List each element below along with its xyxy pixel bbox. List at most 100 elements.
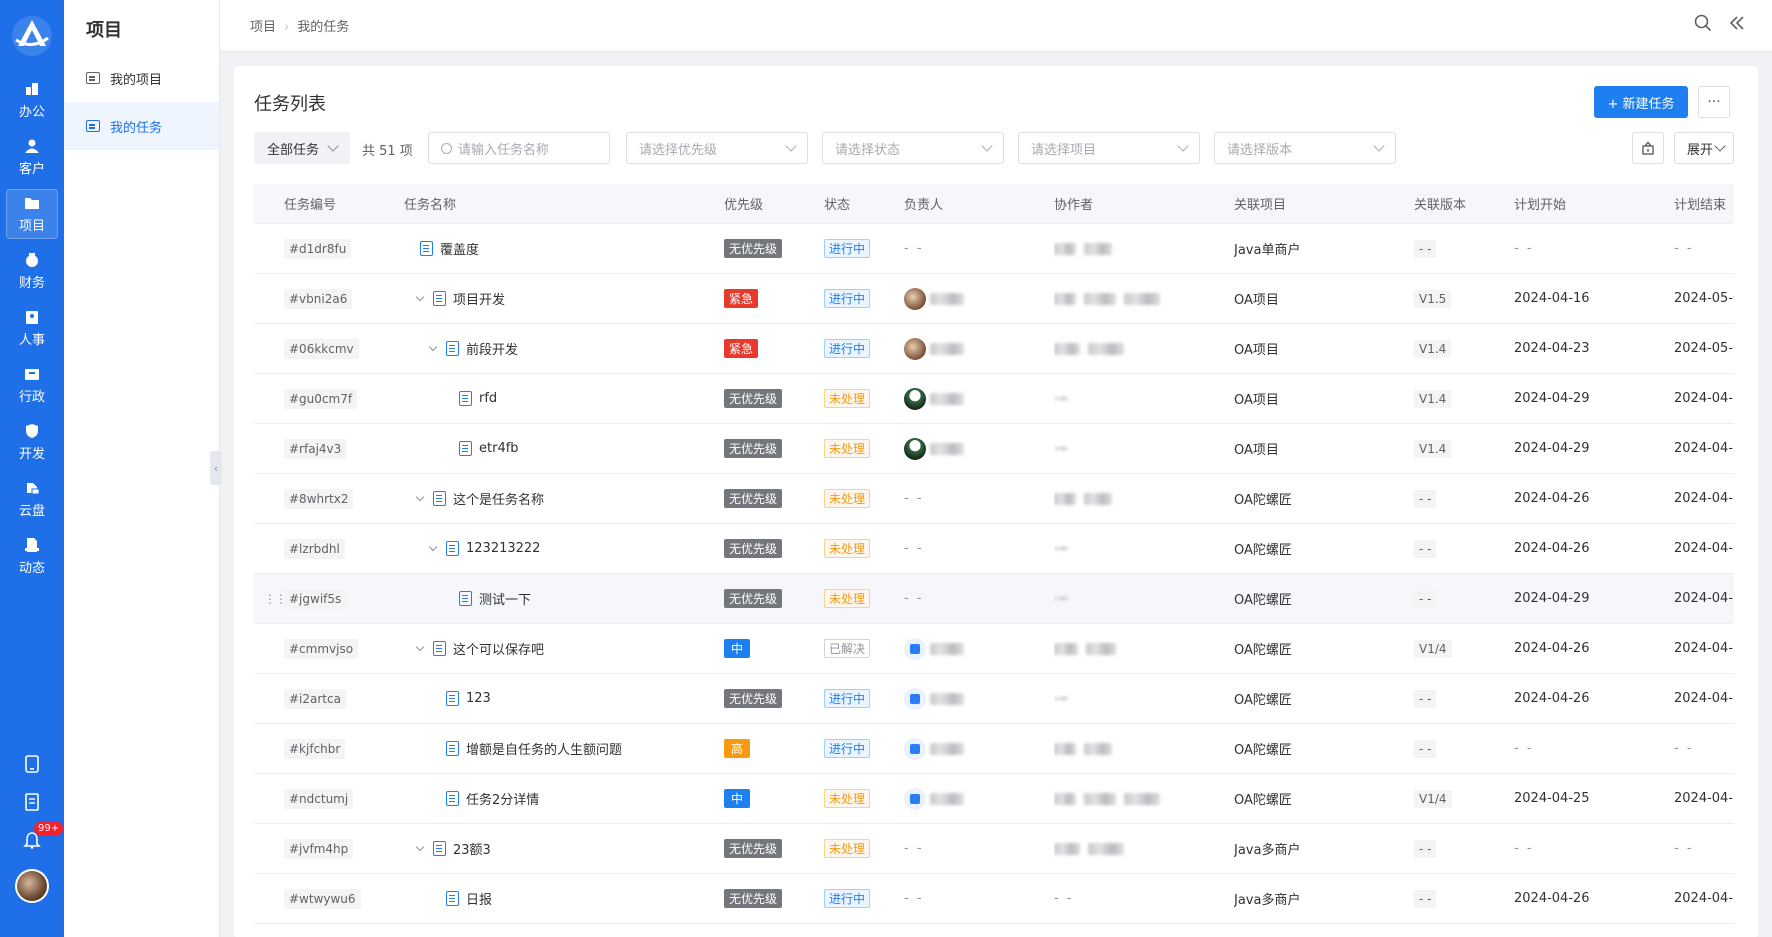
table-row[interactable]: #kjfchbr 增额是自任务的人生额问题 高 进行中 OA陀螺匠 - - - - - - xyxy=(254,724,1734,774)
expand-arrow-icon[interactable] xyxy=(428,342,438,352)
rail-item-office[interactable]: 办公 xyxy=(6,75,58,125)
status-tag[interactable]: 进行中 xyxy=(824,889,871,908)
task-name[interactable]: 这个是任务名称 xyxy=(453,489,544,508)
table-row[interactable]: #8whrtx2 这个是任务名称 无优先级 未处理 - - OA陀螺匠 - - 2024-04… xyxy=(254,474,1734,524)
task-name[interactable]: 123213222 xyxy=(466,541,540,556)
table-row[interactable]: #vbni2a6 项目开发 紧急 进行中 OA项目 V1.5 2024-04-16 2024-… xyxy=(254,274,1734,324)
table-row[interactable]: ⋮⋮ #jgwif5s 测试一下 无优先级 未处理 - - OA陀螺匠 - - 2024-04-… xyxy=(254,574,1734,624)
task-name[interactable]: rfd xyxy=(479,391,497,406)
col-header-owner: 负责人 xyxy=(904,198,944,213)
search-icon[interactable] xyxy=(1694,14,1712,37)
collapse-double-left-icon[interactable] xyxy=(1728,14,1746,37)
new-task-button[interactable]: + 新建任务 xyxy=(1594,86,1688,118)
box-icon xyxy=(1642,141,1654,155)
status-tag[interactable]: 已解决 xyxy=(824,639,871,658)
expand-arrow-icon[interactable] xyxy=(428,542,438,552)
task-name[interactable]: 测试一下 xyxy=(479,589,531,608)
rail-item-admin[interactable]: 行政 xyxy=(6,360,58,410)
rail-item-finance[interactable]: 财务 xyxy=(6,246,58,296)
sidebar-item-my-projects[interactable]: 我的项目 xyxy=(64,54,219,102)
table-row[interactable]: #gu0cm7f rfd 无优先级 未处理 OA项目 V1.4 2024-04-29 2024… xyxy=(254,374,1734,424)
version-select[interactable]: 请选择版本 xyxy=(1214,132,1396,164)
sidebar-item-my-tasks[interactable]: 我的任务 xyxy=(64,102,219,150)
col-header-plan-end: 计划结束 xyxy=(1674,198,1727,213)
table-row[interactable]: #jvfm4hp 23额3 无优先级 未处理 - - Java多商户 - - - - - - xyxy=(254,824,1734,874)
table-row[interactable]: #lzrbdhl 123213222 无优先级 未处理 - - OA陀螺匠 - - 2024-… xyxy=(254,524,1734,574)
table-row[interactable]: #d1dr8fu 覆盖度 无优先级 进行中 - - Java单商户 - - - - - - xyxy=(254,224,1734,274)
expand-arrow-icon[interactable] xyxy=(415,292,425,302)
task-name[interactable]: 123 xyxy=(466,691,491,706)
related-version: V1.4 xyxy=(1414,339,1452,358)
rail-item-hr[interactable]: 人事 xyxy=(6,303,58,353)
owner-avatar xyxy=(904,287,926,310)
plan-end: 2024-04-2 xyxy=(1674,541,1734,556)
expand-arrow-icon[interactable] xyxy=(415,842,425,852)
task-name[interactable]: 日报 xyxy=(466,889,492,908)
expand-arrow-icon[interactable] xyxy=(415,492,425,502)
priority-select[interactable]: 请选择优先级 xyxy=(626,132,808,164)
task-name[interactable]: 项目开发 xyxy=(453,289,505,308)
rail-item-project[interactable]: 项目 xyxy=(6,189,58,239)
project-placeholder: 请选择项目 xyxy=(1031,142,1097,158)
more-button[interactable]: ··· xyxy=(1698,86,1730,118)
table-row[interactable]: #ndctumj 任务2分详情 中 未处理 OA陀螺匠 V1/4 2024-04-25 202… xyxy=(254,774,1734,824)
task-name[interactable]: 23额3 xyxy=(453,839,491,858)
table-row[interactable]: #i2artca 123 无优先级 进行中 OA陀螺匠 - - 2024-04-26 2024… xyxy=(254,674,1734,724)
owner-avatar xyxy=(904,787,926,810)
table-row[interactable]: #cmmvjso 这个可以保存吧 中 已解决 OA陀螺匠 V1/4 2024-04-26 20… xyxy=(254,624,1734,674)
status-tag[interactable]: 未处理 xyxy=(824,389,871,408)
user-avatar[interactable] xyxy=(15,869,49,903)
status-select[interactable]: 请选择状态 xyxy=(822,132,1004,164)
status-tag[interactable]: 进行中 xyxy=(824,239,871,258)
plan-start: 2024-04-25 xyxy=(1514,791,1590,806)
task-name[interactable]: 覆盖度 xyxy=(440,239,479,258)
related-project: OA陀螺匠 xyxy=(1234,743,1292,758)
app-logo[interactable] xyxy=(0,0,64,72)
owner-avatar xyxy=(904,687,926,710)
sidebar-collapse-handle[interactable]: ‹ xyxy=(210,451,222,485)
status-tag[interactable]: 未处理 xyxy=(824,539,871,558)
plan-start: 2024-04-29 xyxy=(1514,591,1590,606)
page-scrollbar[interactable] xyxy=(1766,52,1772,937)
status-tag[interactable]: 进行中 xyxy=(824,339,871,358)
status-tag[interactable]: 未处理 xyxy=(824,439,871,458)
breadcrumb-item-project[interactable]: 项目 xyxy=(250,20,276,35)
task-scope-select[interactable]: 全部任务 xyxy=(254,132,350,164)
task-search-input[interactable]: 请输入任务名称 xyxy=(428,132,610,164)
expand-select[interactable]: 展开 xyxy=(1674,132,1734,164)
task-name[interactable]: 增额是自任务的人生额问题 xyxy=(466,739,622,758)
related-version: - - xyxy=(1414,889,1437,908)
status-tag[interactable]: 进行中 xyxy=(824,739,871,758)
table-row[interactable]: #06kkcmv 前段开发 紧急 进行中 OA项目 V1.4 2024-04-23 2024-… xyxy=(254,324,1734,374)
status-tag[interactable]: 进行中 xyxy=(824,289,871,308)
rail-item-customer[interactable]: 客户 xyxy=(6,132,58,182)
status-tag[interactable]: 未处理 xyxy=(824,839,871,858)
rail-item-feed[interactable]: 动态 xyxy=(6,531,58,581)
project-select[interactable]: 请选择项目 xyxy=(1018,132,1200,164)
notebook-icon[interactable] xyxy=(0,783,64,821)
mobile-icon[interactable] xyxy=(0,745,64,783)
expand-arrow-icon[interactable] xyxy=(415,642,425,652)
task-name[interactable]: 任务2分详情 xyxy=(466,789,539,808)
rail-item-dev[interactable]: 开发 xyxy=(6,417,58,467)
sidebar-item-label: 我的任务 xyxy=(110,120,163,136)
task-name[interactable]: 前段开发 xyxy=(466,339,518,358)
bell-icon[interactable]: 99+ xyxy=(0,821,64,859)
related-version: - - xyxy=(1414,689,1437,708)
task-name[interactable]: 这个可以保存吧 xyxy=(453,639,544,658)
customer-icon xyxy=(24,138,40,154)
task-name[interactable]: etr4fb xyxy=(479,441,519,456)
drag-handle-icon[interactable]: ⋮⋮ xyxy=(264,592,287,606)
table-row[interactable]: #wtwywu6 日报 无优先级 进行中 - - - - Java多商户 - - 2024-04… xyxy=(254,874,1734,924)
status-tag[interactable]: 进行中 xyxy=(824,689,871,708)
list-icon xyxy=(86,120,100,132)
plan-end: - - xyxy=(1674,241,1694,256)
owner-name-redacted xyxy=(930,792,964,805)
status-tag[interactable]: 未处理 xyxy=(824,489,871,508)
status-tag[interactable]: 未处理 xyxy=(824,789,871,808)
table-row[interactable]: #rfaj4v3 etr4fb 无优先级 未处理 OA项目 V1.4 2024-04-29 2… xyxy=(254,424,1734,474)
rail-item-cloud[interactable]: 云盘 xyxy=(6,474,58,524)
clear-filter-button[interactable] xyxy=(1632,132,1664,164)
status-tag[interactable]: 未处理 xyxy=(824,589,871,608)
chevron-down-icon xyxy=(981,140,993,152)
